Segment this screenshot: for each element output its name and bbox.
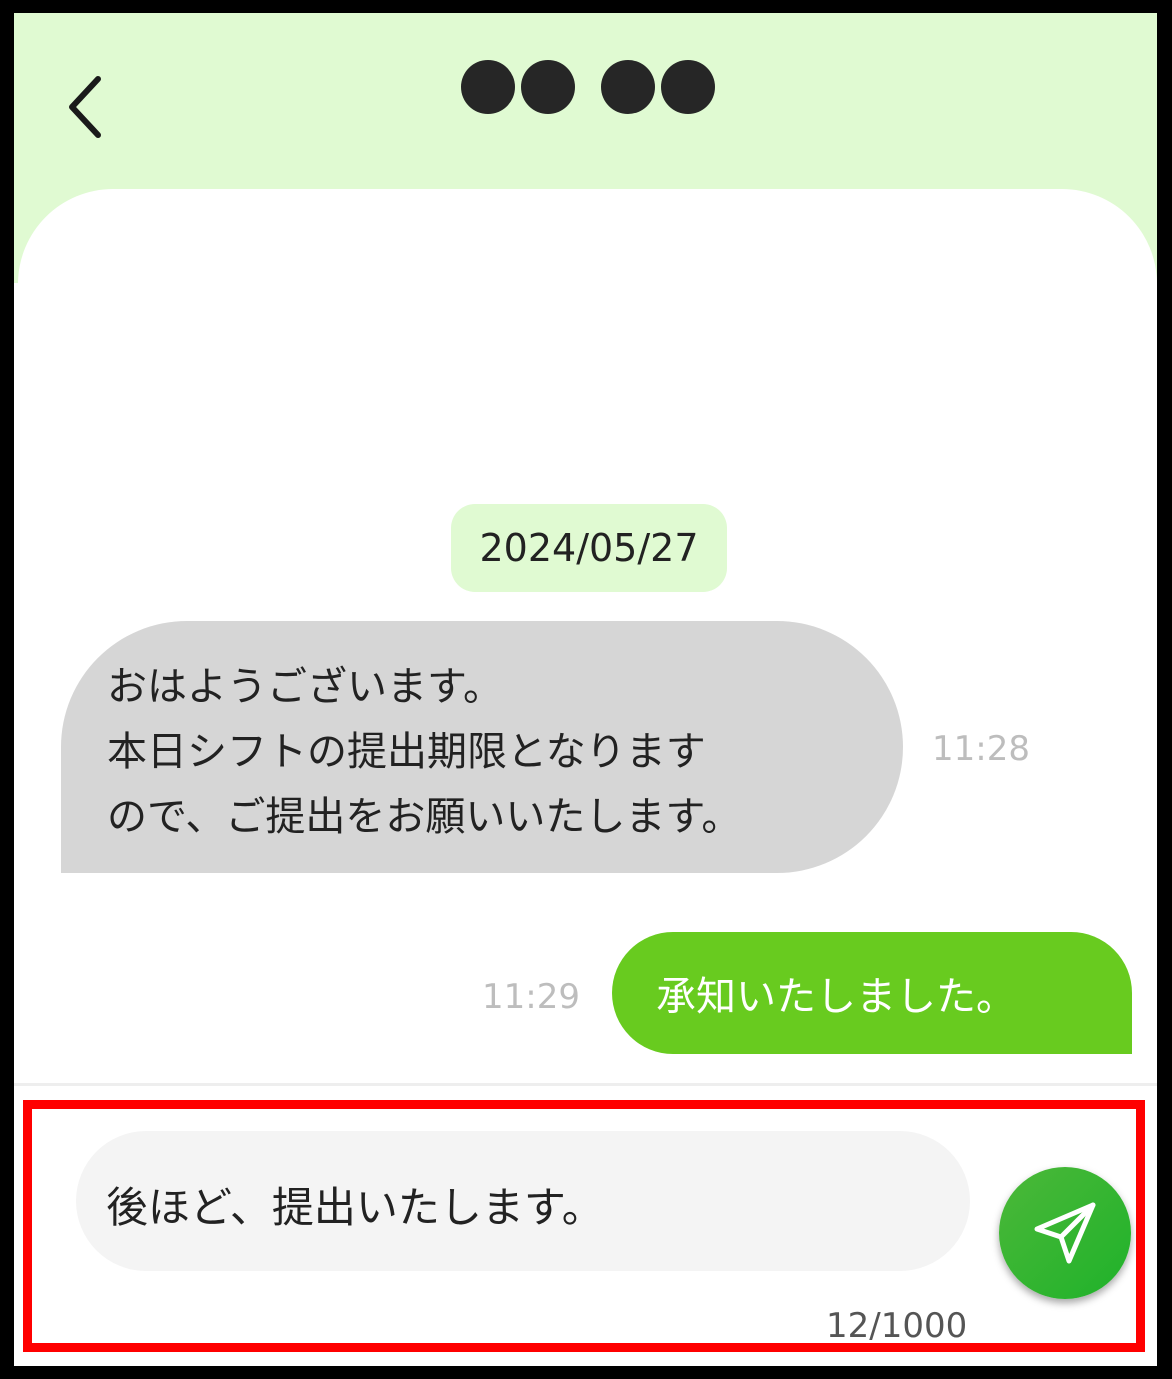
mask-dot: [521, 60, 575, 114]
mask-dot: [461, 60, 515, 114]
outgoing-message-bubble: 承知いたしました。: [612, 932, 1132, 1054]
chevron-left-icon: [69, 76, 101, 138]
composer-divider: [14, 1083, 1157, 1086]
send-button[interactable]: [999, 1167, 1131, 1299]
send-icon: [1034, 1202, 1096, 1264]
mask-dot: [661, 60, 715, 114]
incoming-message-time: 11:28: [932, 729, 1030, 769]
chat-screen: 2024/05/27 おはようございます。 本日シフトの提出期限となります ので…: [14, 13, 1157, 1366]
back-button[interactable]: [60, 69, 120, 139]
outgoing-message-time: 11:29: [482, 977, 580, 1017]
incoming-message-bubble: おはようございます。 本日シフトの提出期限となります ので、ご提出をお願いいたし…: [61, 621, 903, 873]
message-input-value[interactable]: 後ほど、提出いたします。: [106, 1174, 604, 1235]
date-separator: 2024/05/27: [451, 504, 727, 592]
character-counter: 12/1000: [826, 1306, 968, 1346]
mask-dot: [601, 60, 655, 114]
chat-partner-name-masked: [459, 57, 719, 117]
